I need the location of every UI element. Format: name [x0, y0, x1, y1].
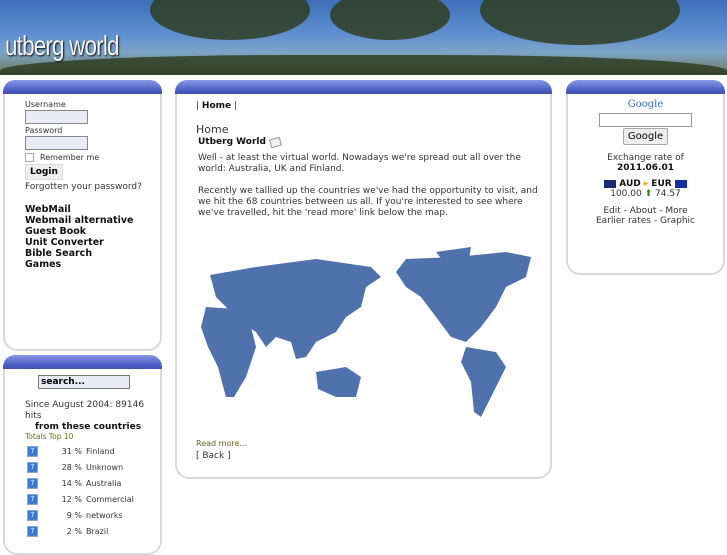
country-percent: 12 %	[61, 494, 82, 504]
google-search-input[interactable]	[599, 113, 692, 127]
exchange-amounts: 100.00 ⬆ 74.57	[610, 188, 681, 199]
nav-games[interactable]: Games	[25, 259, 160, 270]
unknown-flag-icon: ?	[27, 445, 38, 457]
world-map	[201, 247, 531, 417]
nav-guest-book[interactable]: Guest Book	[25, 226, 160, 237]
country-percent: 2 %	[66, 526, 82, 536]
country-row: ? 28 % Unknown	[5, 459, 160, 475]
password-input[interactable]	[25, 136, 88, 150]
unknown-flag-icon: ?	[27, 525, 38, 537]
country-percent: 9 %	[66, 510, 82, 520]
nav-unit-converter[interactable]: Unit Converter	[25, 237, 160, 248]
unknown-flag-icon: ?	[27, 493, 38, 505]
eu-flag-icon	[674, 179, 687, 188]
country-name: Brazil	[86, 526, 109, 536]
stats-panel: Since August 2004: 89146 hits from these…	[3, 355, 162, 555]
country-row: ? 14 % Australia	[5, 475, 160, 491]
login-button[interactable]: Login	[25, 164, 63, 180]
graphic-link[interactable]: Graphic	[660, 216, 695, 226]
up-arrow-icon: ⬆	[644, 188, 653, 199]
site-logo[interactable]: utberg world	[5, 30, 119, 62]
country-row: ? 12 % Commercial	[5, 491, 160, 507]
google-exchange-panel: Google Google Exchange rate of 2011.06.0…	[566, 80, 725, 275]
totals-link[interactable]: Totals Top 10	[25, 432, 160, 441]
read-more-link[interactable]: Read more...	[196, 439, 550, 448]
username-label: Username	[25, 100, 66, 109]
country-percent: 14 %	[61, 478, 82, 488]
site-search-input[interactable]	[38, 375, 130, 389]
countries-heading: from these countries	[35, 422, 142, 432]
country-name: networks	[86, 510, 123, 520]
australia-flag-icon	[604, 179, 617, 188]
country-name: Unknown	[86, 462, 124, 472]
remember-label: Remember me	[40, 153, 100, 162]
country-row: ? 9 % networks	[5, 507, 160, 523]
nav-webmail-alternative[interactable]: Webmail alternative	[25, 215, 160, 226]
article-title: Utberg World	[198, 137, 266, 147]
more-link[interactable]: More	[665, 206, 687, 216]
google-search-button[interactable]: Google	[622, 127, 669, 145]
remember-checkbox[interactable]	[25, 153, 34, 162]
main-content-panel: | Home | Home Utberg World Well - at lea…	[175, 80, 552, 479]
back-link[interactable]: [ Back ]	[196, 451, 550, 461]
unknown-flag-icon: ?	[27, 509, 38, 521]
nav-webmail[interactable]: WebMail	[25, 204, 160, 215]
login-panel: Username Password Remember me Login Forg…	[3, 80, 162, 351]
exchange-rate-date: 2011.06.01	[617, 162, 674, 173]
country-name: Australia	[86, 478, 122, 488]
password-label: Password	[25, 126, 63, 135]
page-title: Home	[196, 123, 229, 136]
breadcrumb: | Home |	[196, 101, 238, 111]
country-name: Commercial	[86, 494, 134, 504]
country-percent: 31 %	[61, 446, 82, 456]
map-south-america	[461, 347, 506, 417]
map-australia	[316, 367, 361, 397]
breadcrumb-home[interactable]: Home	[202, 101, 231, 111]
hits-counter: Since August 2004: 89146 hits	[25, 400, 145, 421]
header-banner: utberg world	[0, 0, 727, 75]
arrow-right-icon: ▸	[643, 178, 649, 189]
email-icon[interactable]	[268, 136, 282, 148]
earlier-rates-link[interactable]: Earlier rates	[596, 216, 651, 226]
intro-paragraph: Well - at least the virtual world. Nowad…	[198, 153, 521, 174]
country-name: Finland	[86, 446, 115, 456]
username-input[interactable]	[25, 110, 88, 124]
from-currency: AUD	[619, 178, 641, 189]
about-link[interactable]: About	[630, 206, 657, 216]
to-currency: EUR	[651, 178, 672, 189]
unknown-flag-icon: ?	[27, 477, 38, 489]
country-row: ? 2 % Brazil	[5, 523, 160, 539]
nav-bible-search[interactable]: Bible Search	[25, 248, 160, 259]
google-logo: Google	[627, 99, 664, 110]
unknown-flag-icon: ?	[27, 461, 38, 473]
country-percent: 28 %	[61, 462, 82, 472]
edit-link[interactable]: Edit	[603, 206, 620, 216]
exchange-rate-label: Exchange rate of	[607, 152, 684, 163]
country-row: ? 31 % Finland	[5, 443, 160, 459]
forgot-password-link[interactable]: Forgotten your password?	[25, 182, 160, 192]
travel-paragraph: Recently we tallied up the countries we'…	[198, 186, 538, 218]
